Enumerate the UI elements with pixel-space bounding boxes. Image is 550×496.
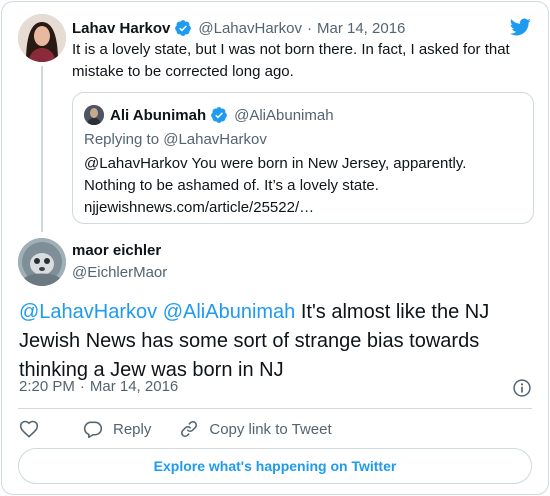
main-tweet-text: @LahavHarkov @AliAbunimah It's almost li… bbox=[19, 298, 519, 385]
like-button[interactable] bbox=[19, 419, 49, 439]
verified-badge-icon bbox=[174, 19, 192, 37]
thread-line bbox=[41, 66, 43, 232]
explore-twitter-button[interactable]: Explore what's happening on Twitter bbox=[18, 448, 532, 484]
copy-link-label: Copy link to Tweet bbox=[209, 420, 332, 438]
quoted-text-line: @LahavHarkov You were born in New Jersey… bbox=[84, 155, 467, 172]
mention-link[interactable]: @LahavHarkov bbox=[19, 301, 157, 323]
quoted-text-line: Nothing to be ashamed of. It’s a lovely … bbox=[84, 177, 379, 194]
mention-link[interactable]: @AliAbunimah bbox=[163, 301, 296, 323]
avatar[interactable] bbox=[18, 14, 66, 62]
embedded-tweet-card: Lahav Harkov @LahavHarkov · Mar 14, 2016… bbox=[1, 1, 549, 495]
quoted-tweet[interactable]: Ali Abunimah @AliAbunimah Replying to @L… bbox=[72, 92, 534, 224]
divider bbox=[18, 408, 532, 409]
author-handle[interactable]: @EichlerMaor bbox=[72, 264, 167, 281]
author-name[interactable]: maor eichler bbox=[72, 242, 161, 259]
info-icon[interactable] bbox=[512, 378, 532, 398]
link-icon bbox=[181, 421, 198, 437]
avatar[interactable] bbox=[18, 238, 66, 286]
quoted-tweet-header: Ali Abunimah @AliAbunimah bbox=[84, 105, 334, 125]
author-name: Ali Abunimah bbox=[110, 106, 207, 124]
tweet-date[interactable]: Mar 14, 2016 bbox=[317, 20, 405, 37]
avatar bbox=[84, 105, 104, 125]
replying-to: Replying to @LahavHarkov bbox=[84, 131, 267, 148]
reply-label: Reply bbox=[113, 420, 152, 438]
quoted-tweet-text: @LahavHarkov You were born in New Jersey… bbox=[84, 153, 524, 219]
author-handle[interactable]: @LahavHarkov bbox=[198, 20, 302, 37]
tweet-date: Mar 14, 2016 bbox=[89, 378, 179, 395]
author-name[interactable]: Lahav Harkov bbox=[72, 20, 170, 37]
separator-dot: · bbox=[79, 378, 85, 395]
reply-icon bbox=[83, 421, 103, 439]
parent-tweet-text: It is a lovely state, but I was not born… bbox=[72, 41, 510, 80]
tweet-time: 2:20 PM bbox=[19, 378, 75, 395]
reply-button[interactable]: Reply bbox=[83, 419, 151, 439]
quoted-link: njjewishnews.com/article/25522/… bbox=[84, 199, 315, 216]
separator-dot: · bbox=[307, 19, 312, 37]
parent-tweet-header: Lahav Harkov @LahavHarkov · Mar 14, 2016 bbox=[72, 17, 405, 39]
twitter-logo-icon[interactable] bbox=[508, 16, 532, 38]
author-handle: @AliAbunimah bbox=[234, 106, 334, 124]
tweet-timestamp[interactable]: 2:20 PM · Mar 14, 2016 bbox=[19, 378, 178, 395]
heart-icon bbox=[19, 420, 39, 438]
copy-link-button[interactable]: Copy link to Tweet bbox=[179, 419, 332, 439]
verified-badge-icon bbox=[210, 106, 228, 124]
tweet-actions: Reply Copy link to Tweet bbox=[19, 418, 360, 440]
